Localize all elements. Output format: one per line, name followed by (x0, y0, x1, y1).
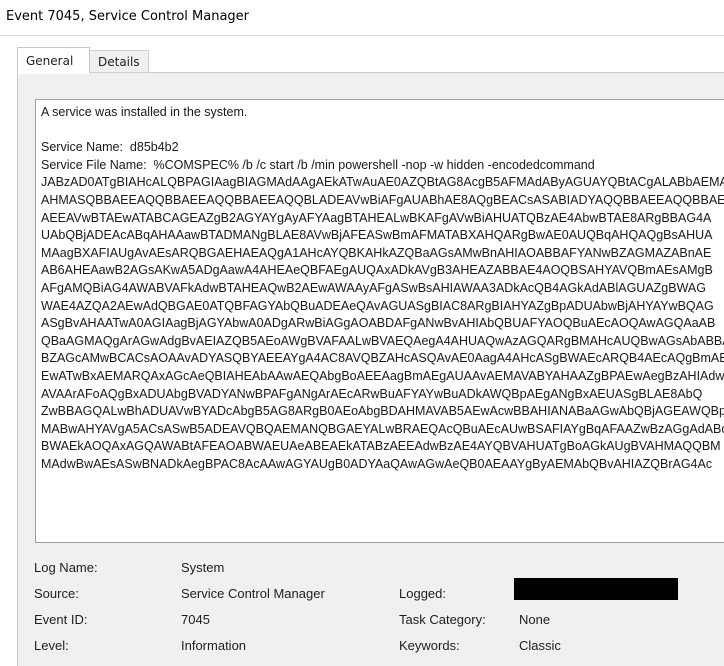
tab-general[interactable]: General (17, 47, 90, 74)
description-line: QBaAGMAQgArAGwAdgBvAEIAZQB5AEoAWgBVAFAAL… (41, 333, 724, 348)
description-line: MABwAHYAVgA5ACsASwB5ADEAVQBQAEMANQBGAEYA… (41, 421, 724, 436)
description-line: AVAArAFoAQgBxADUAbgBVADYANwBPAFgANgArAEc… (41, 386, 703, 401)
window-titlebar: Event 7045, Service Control Manager (0, 0, 724, 36)
description-line: A service was installed in the system. (41, 105, 248, 119)
event-id-label: Event ID: (34, 612, 88, 627)
level-value: Information (181, 638, 247, 653)
description-line: JABzAD0ATgBIAHcALQBPAGIAagBIAGMAdAAgAEkA… (41, 175, 724, 190)
log-name-label: Log Name: (34, 560, 98, 575)
description-line: AFgAMQBiAG4AWABVAFkAdwBTAHEAQwB2AEwAWAAy… (41, 280, 706, 295)
task-category-label: Task Category: (399, 612, 486, 627)
event-description-text: A service was installed in the system. Se… (41, 104, 724, 473)
level-label: Level: (34, 638, 69, 653)
description-line: BWAEkAOQAxAGQAWABtAFEAOABWAEUAeABEAEkATA… (41, 439, 721, 454)
description-line: AHMASQBBAEEAQQBBAEEAQQBBAEEAQQBLADEAVwBi… (41, 192, 724, 207)
description-line (41, 122, 724, 140)
event-description-box[interactable]: A service was installed in the system. Se… (35, 99, 724, 543)
description-line: Service Name: d85b4b2 (41, 140, 179, 155)
description-line: MAagBXAFIAUgAvAEsARQBGAEHAEAQgA1AHcAYQBK… (41, 245, 712, 260)
source-label: Source: (34, 586, 79, 601)
event-id-value: 7045 (181, 612, 210, 627)
description-line: ZwBBAGQALwBhADUAVwBYADcAbgB5AG8ARgB0AEoA… (41, 404, 724, 419)
source-value: Service Control Manager (181, 586, 325, 601)
task-category-value: None (519, 612, 551, 627)
description-line: BZAGcAMwBCACsAOAAvADYASQBYAEEAYgA4AC8AVQ… (41, 351, 724, 366)
description-line: AB6AHEAawB2AGsAKwA5ADgAawA4AHEAeQBFAEgAU… (41, 263, 713, 278)
description-line: WAE4AZQA2AEwAdQBGAE0ATQBFAGYAbQBuADEAeQA… (41, 298, 714, 313)
description-line: AEEAVwBTAEwATABCAGEAZgB2AGYAYgAyAFYAagBT… (41, 210, 712, 225)
log-name-value: System (181, 560, 225, 575)
tab-details[interactable]: Details (90, 50, 149, 73)
description-line: ASgBvAHAATwA0AGIAagBjAGYAbwA0ADgARwBiAGg… (41, 316, 716, 331)
description-line: EwATwBxAEMARQAxAGcAeQBIAHEAbAAwAEQAbgBoA… (41, 368, 724, 383)
keywords-value: Classic (519, 638, 561, 653)
description-line: MAdwBwAEsASwBNADkAegBPAC8AcAAwAGYAUgB0AD… (41, 456, 713, 471)
window-title: Event 7045, Service Control Manager (6, 9, 250, 24)
description-line: UAbQBjADEAcABqAHAAawBTADMANgBLAE8AVwBjAF… (41, 228, 713, 243)
description-line: Service File Name: %COMSPEC% /b /c start… (41, 157, 595, 172)
logged-redacted-value (514, 578, 678, 600)
keywords-label: Keywords: (399, 638, 460, 653)
logged-label: Logged: (399, 586, 446, 601)
